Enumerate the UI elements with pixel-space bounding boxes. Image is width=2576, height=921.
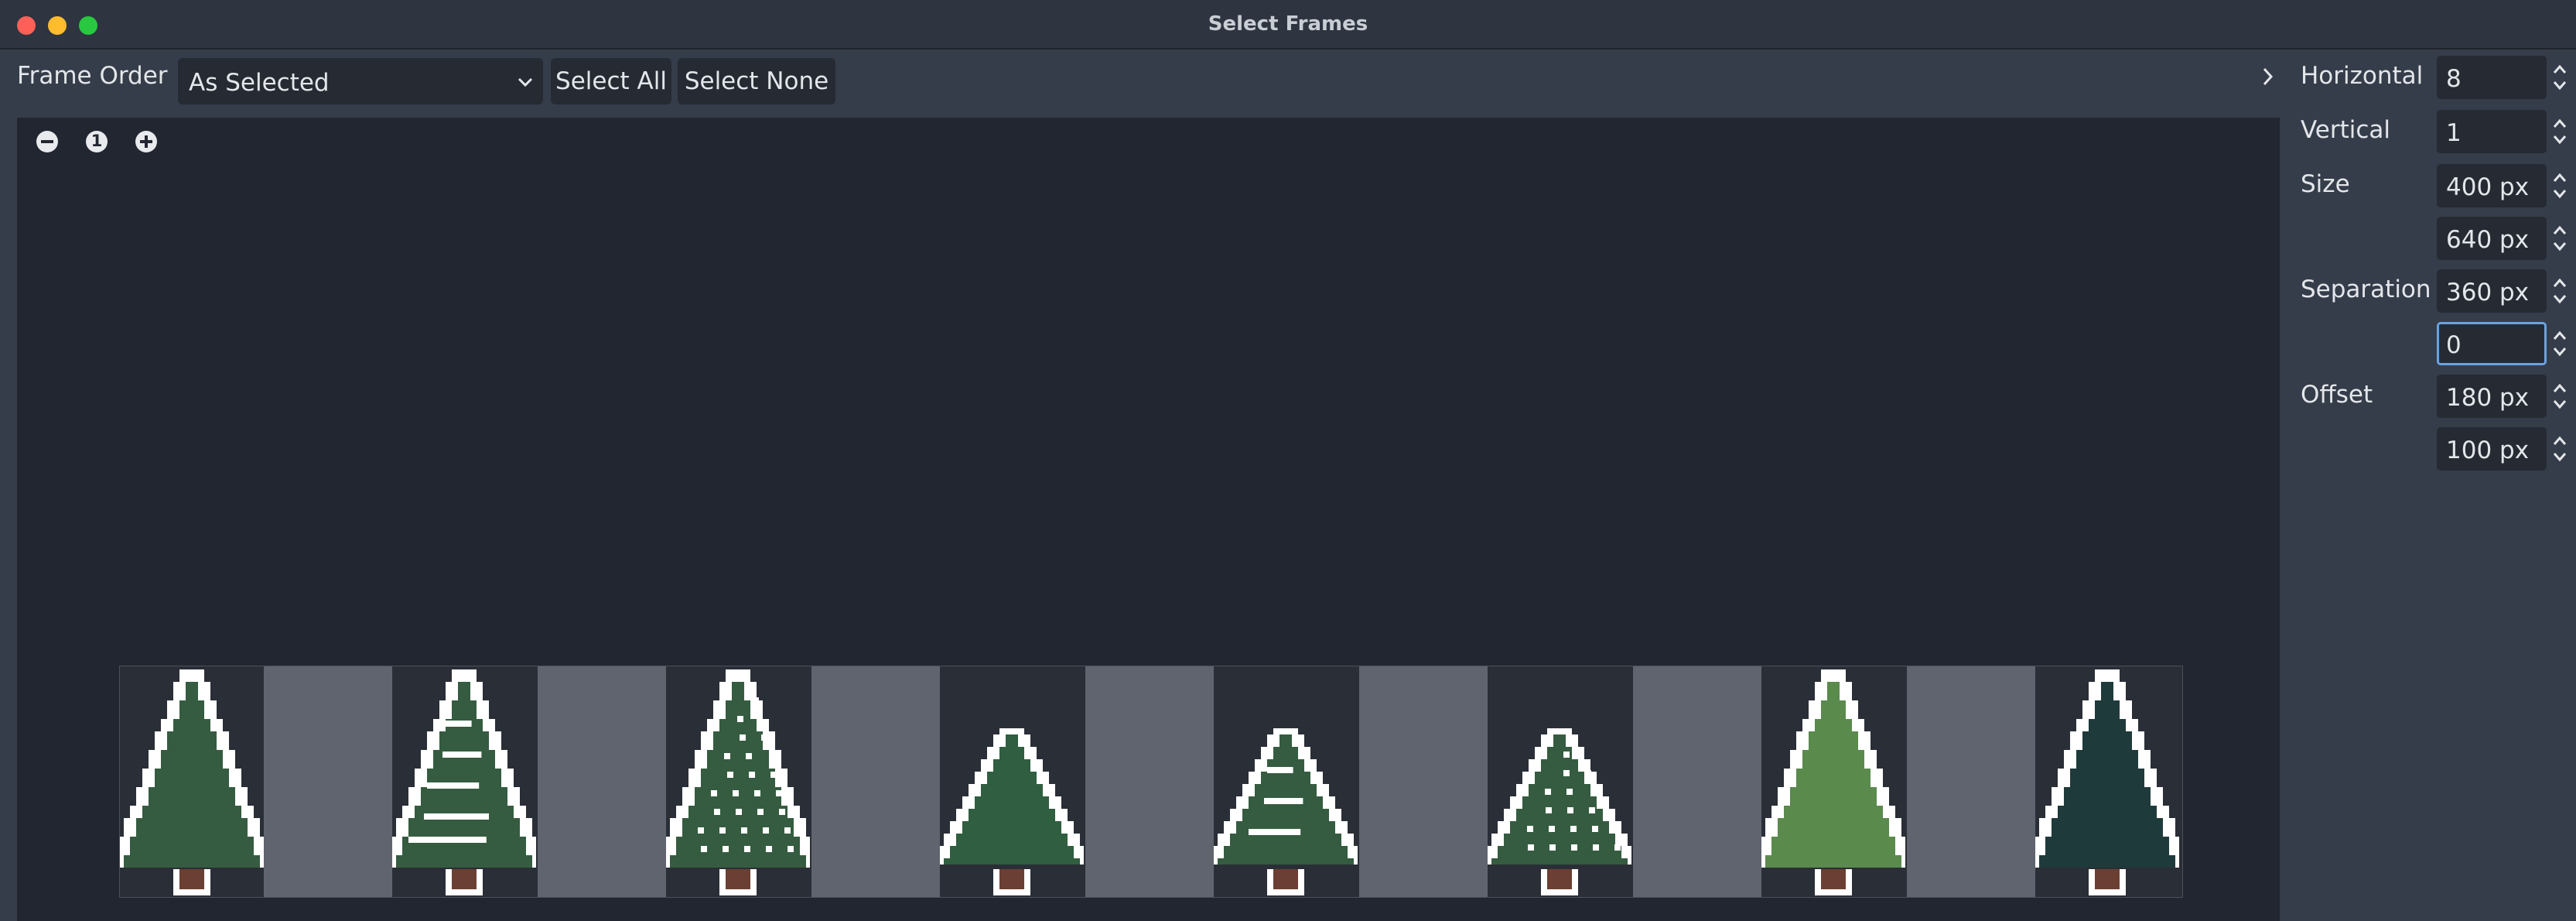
spin-arrows-icon[interactable] [2550,322,2570,365]
spin-arrows-icon[interactable] [2550,427,2570,471]
window-title: Select Frames [1208,12,1368,36]
chevron-right-icon[interactable] [2260,65,2276,88]
offset-y-spinbox[interactable]: 100 px [2437,427,2547,471]
grid-settings-panel: Horizontal 8 Vertical 1 Size 400 px 640 … [2280,50,2576,921]
tree-trunk [999,869,1024,889]
frame-4-tree[interactable] [940,666,1084,897]
vertical-label: Vertical [2301,116,2391,144]
frame-8-tree[interactable] [2035,666,2179,897]
frame-order-value: As Selected [189,69,330,97]
size-x-spinbox[interactable]: 400 px [2437,164,2547,207]
size-label: Size [2301,170,2350,198]
tree-trunk [2095,869,2120,889]
horizontal-value: 8 [2446,65,2462,93]
tree-trunk [179,869,204,889]
frame-3-tree[interactable] [666,666,810,897]
spin-arrows-icon[interactable] [2550,164,2570,207]
tree-trunk [452,869,477,889]
spin-arrows-icon[interactable] [2550,110,2570,153]
sprite-sheet[interactable] [119,666,2183,898]
separation-x-spinbox[interactable]: 360 px [2437,269,2547,313]
separation-x-value: 360 px [2446,279,2530,306]
size-x-value: 400 px [2446,173,2530,201]
tree-trunk [1273,869,1298,889]
size-y-value: 640 px [2446,226,2530,254]
tree-trunk [1821,869,1846,889]
separation-gap [264,666,392,897]
spin-arrows-icon[interactable] [2550,56,2570,99]
vertical-value: 1 [2446,119,2462,147]
offset-y-value: 100 px [2446,437,2530,464]
tree-trunk [1547,869,1572,889]
zoom-reset-button[interactable]: 1 [84,128,110,155]
title-bar: Select Frames [0,0,2576,50]
spin-arrows-icon[interactable] [2550,217,2570,260]
frame-order-label: Frame Order [17,62,168,90]
select-none-button[interactable]: Select None [678,58,835,104]
select-all-button[interactable]: Select All [551,58,671,104]
frame-preview-viewport[interactable]: 1 [17,118,2280,921]
separation-gap [1907,666,2035,897]
horizontal-label: Horizontal [2301,62,2424,90]
size-y-spinbox[interactable]: 640 px [2437,217,2547,260]
spin-arrows-icon[interactable] [2550,269,2570,313]
frame-order-dropdown[interactable]: As Selected [178,58,543,104]
vertical-spinbox[interactable]: 1 [2437,110,2547,153]
separation-gap [811,666,940,897]
separation-gap [1085,666,1214,897]
tree-trunk [726,869,750,889]
frame-7-tree[interactable] [1761,666,1905,897]
offset-x-spinbox[interactable]: 180 px [2437,375,2547,418]
offset-label: Offset [2301,381,2373,409]
separation-y-spinbox[interactable]: 0 [2437,322,2547,365]
offset-x-value: 180 px [2446,384,2530,412]
zoom-in-icon[interactable] [133,128,159,155]
zoom-reset-label: 1 [91,132,103,150]
toolbar: Frame Order As Selected Select All Selec… [0,50,2274,111]
zoom-out-icon[interactable] [34,128,60,155]
separation-y-value: 0 [2446,331,2462,359]
frame-6-tree[interactable] [1488,666,1631,897]
spin-arrows-icon[interactable] [2550,375,2570,418]
frame-2-tree[interactable] [392,666,536,897]
select-frames-dialog: Select Frames Frame Order As Selected Se… [0,0,2576,921]
horizontal-spinbox[interactable]: 8 [2437,56,2547,99]
frame-1-tree[interactable] [120,666,264,897]
chevron-down-icon [518,77,533,87]
separation-label: Separation [2301,276,2431,303]
frame-5-tree[interactable] [1214,666,1358,897]
separation-gap [1359,666,1488,897]
separation-gap [538,666,666,897]
separation-gap [1633,666,1761,897]
